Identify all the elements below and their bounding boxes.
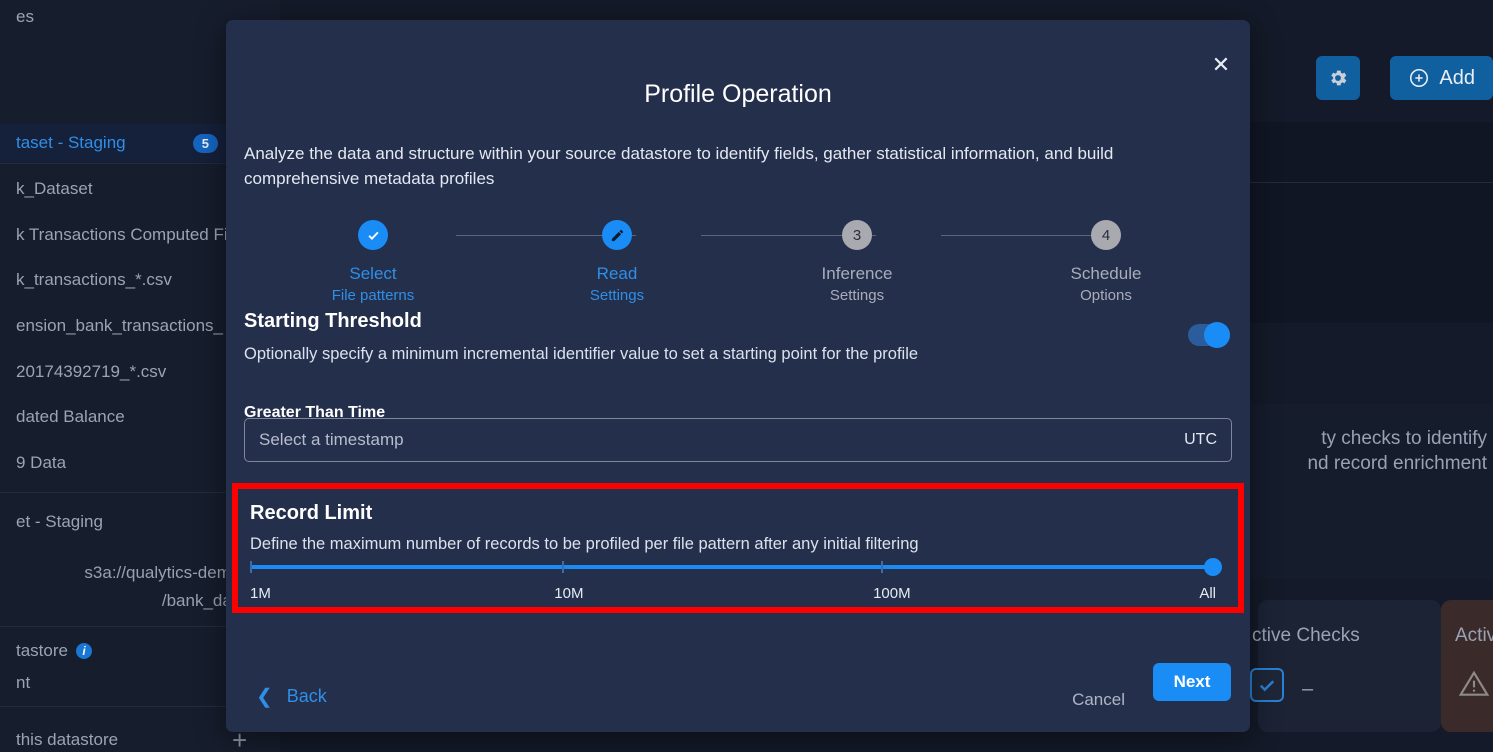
list-item-path: /bank_data [0,588,262,614]
list-item-label: 20174392719_*.csv [16,362,167,381]
list-item-label: tastore [16,641,68,660]
list-item[interactable]: dated Balance [0,404,141,430]
slider-tick [250,561,252,573]
starting-threshold-title: Starting Threshold [244,310,422,332]
add-button-label: Add [1439,66,1475,89]
starting-threshold-toggle[interactable] [1188,322,1230,348]
check-icon [367,231,379,240]
cancel-button-label: Cancel [1072,690,1125,709]
cancel-button[interactable]: Cancel [1072,690,1125,710]
warning-triangle-icon [1458,670,1490,696]
list-item[interactable]: k_transactions_*.csv [0,267,188,293]
wizard-stepper: Select File patterns Read Settings 3 Inf… [326,220,1156,304]
background-text: nd record enrichment [1307,453,1487,474]
list-item-label: 9 Data [16,453,67,472]
step-label: Inference [821,264,893,283]
record-limit-title: Record Limit [250,502,373,524]
list-item[interactable]: es [0,0,50,34]
plus-circle-icon [1410,68,1429,88]
timezone-label: UTC [1184,431,1217,448]
slider-label-all: All [1199,585,1216,602]
step-marker-1 [358,220,388,250]
back-button-label: Back [286,686,327,706]
step-read-settings[interactable]: Read Settings [532,220,702,304]
status-badge: 5 [192,133,218,153]
list-item-label: k_transactions_*.csv [16,270,172,289]
step-sublabel: Options [1080,287,1132,304]
step-label: Select [349,264,397,283]
step-sublabel: File patterns [331,287,415,304]
list-item[interactable]: ension_bank_transactions_ [0,313,239,339]
list-item-path: s3a://qualytics-demo- [0,560,262,586]
toggle-knob [1204,322,1230,348]
step-label: Read [596,264,638,283]
chevron-left-icon: ❮ [256,685,273,708]
back-button[interactable]: ❮ Back [256,686,327,707]
list-item[interactable]: 20174392719_*.csv [0,359,182,385]
checkbox-icon [1250,668,1284,702]
list-item-label: k_Dataset [16,179,93,198]
step-select-file-patterns[interactable]: Select File patterns [288,220,458,304]
add-button[interactable]: Add [1390,56,1493,100]
list-item-label: ension_bank_transactions_ [16,316,223,335]
card-value: – [1302,678,1314,700]
card-title: Activ [1455,625,1493,646]
step-marker-2 [602,220,632,250]
slider-track [250,565,1216,569]
step-marker-3: 3 [842,220,872,250]
next-button[interactable]: Next [1153,663,1231,701]
list-item-label: this datastore [16,730,119,749]
list-item[interactable]: et - Staging [0,509,119,535]
list-item[interactable]: 9 Data [0,450,82,476]
slider-handle[interactable] [1204,558,1222,576]
pencil-icon [611,229,623,241]
screen: es taset - Staging 5 k_Dataset k Transac… [0,0,1493,752]
datastore-uri: s3a://qualytics-demo- [84,563,246,582]
gear-icon [1331,70,1347,86]
step-schedule-options[interactable]: 4 Schedule Options [1021,220,1191,304]
list-item-label: taset - Staging [16,133,126,152]
slider-label-1m: 1M [250,585,271,602]
record-limit-description: Define the maximum number of records to … [250,535,919,553]
step-sublabel: Settings [829,287,885,304]
next-button-label: Next [1173,672,1211,691]
list-item-label: nt [16,673,31,692]
card-title: ctive Checks [1252,625,1360,646]
list-item[interactable]: tastore i [0,638,108,664]
list-item[interactable]: k_Dataset [0,176,109,202]
step-label: Schedule [1070,264,1142,283]
list-item-label: k Transactions Computed Fil [16,225,232,244]
profile-operation-dialog: ✕ Profile Operation Analyze the data and… [226,20,1250,732]
list-item-label: et - Staging [16,512,103,531]
slider-tick [562,561,565,573]
settings-button[interactable] [1316,56,1360,100]
card-active-checks[interactable]: ctive Checks – [1250,600,1441,732]
timestamp-input[interactable]: Select a timestamp UTC [244,418,1232,462]
dialog-description: Analyze the data and structure within yo… [244,144,1114,188]
background-text: ty checks to identify [1321,428,1487,449]
starting-threshold-description: Optionally specify a minimum incremental… [244,345,919,363]
record-limit-highlight: Record Limit Define the maximum number o… [232,483,1244,613]
slider-label-10m: 10M [554,585,584,602]
step-marker-4: 4 [1091,220,1121,250]
step-inference-settings[interactable]: 3 Inference Settings [772,220,942,304]
list-item[interactable]: k Transactions Computed Fil [0,222,247,248]
slider-label-100m: 100M [873,585,911,602]
list-item[interactable]: this datastore + [0,725,247,752]
list-item-label: dated Balance [16,407,125,426]
timestamp-placeholder: Select a timestamp [259,430,404,449]
info-icon[interactable]: i [75,643,92,659]
list-item-label: es [16,7,34,26]
card-active-anomalies[interactable]: Activ [1441,600,1493,732]
slider-tick [880,561,883,573]
close-icon[interactable]: ✕ [1206,50,1236,80]
dialog-title: Profile Operation [644,80,832,108]
step-sublabel: Settings [589,287,645,304]
list-item[interactable]: nt [0,670,46,696]
